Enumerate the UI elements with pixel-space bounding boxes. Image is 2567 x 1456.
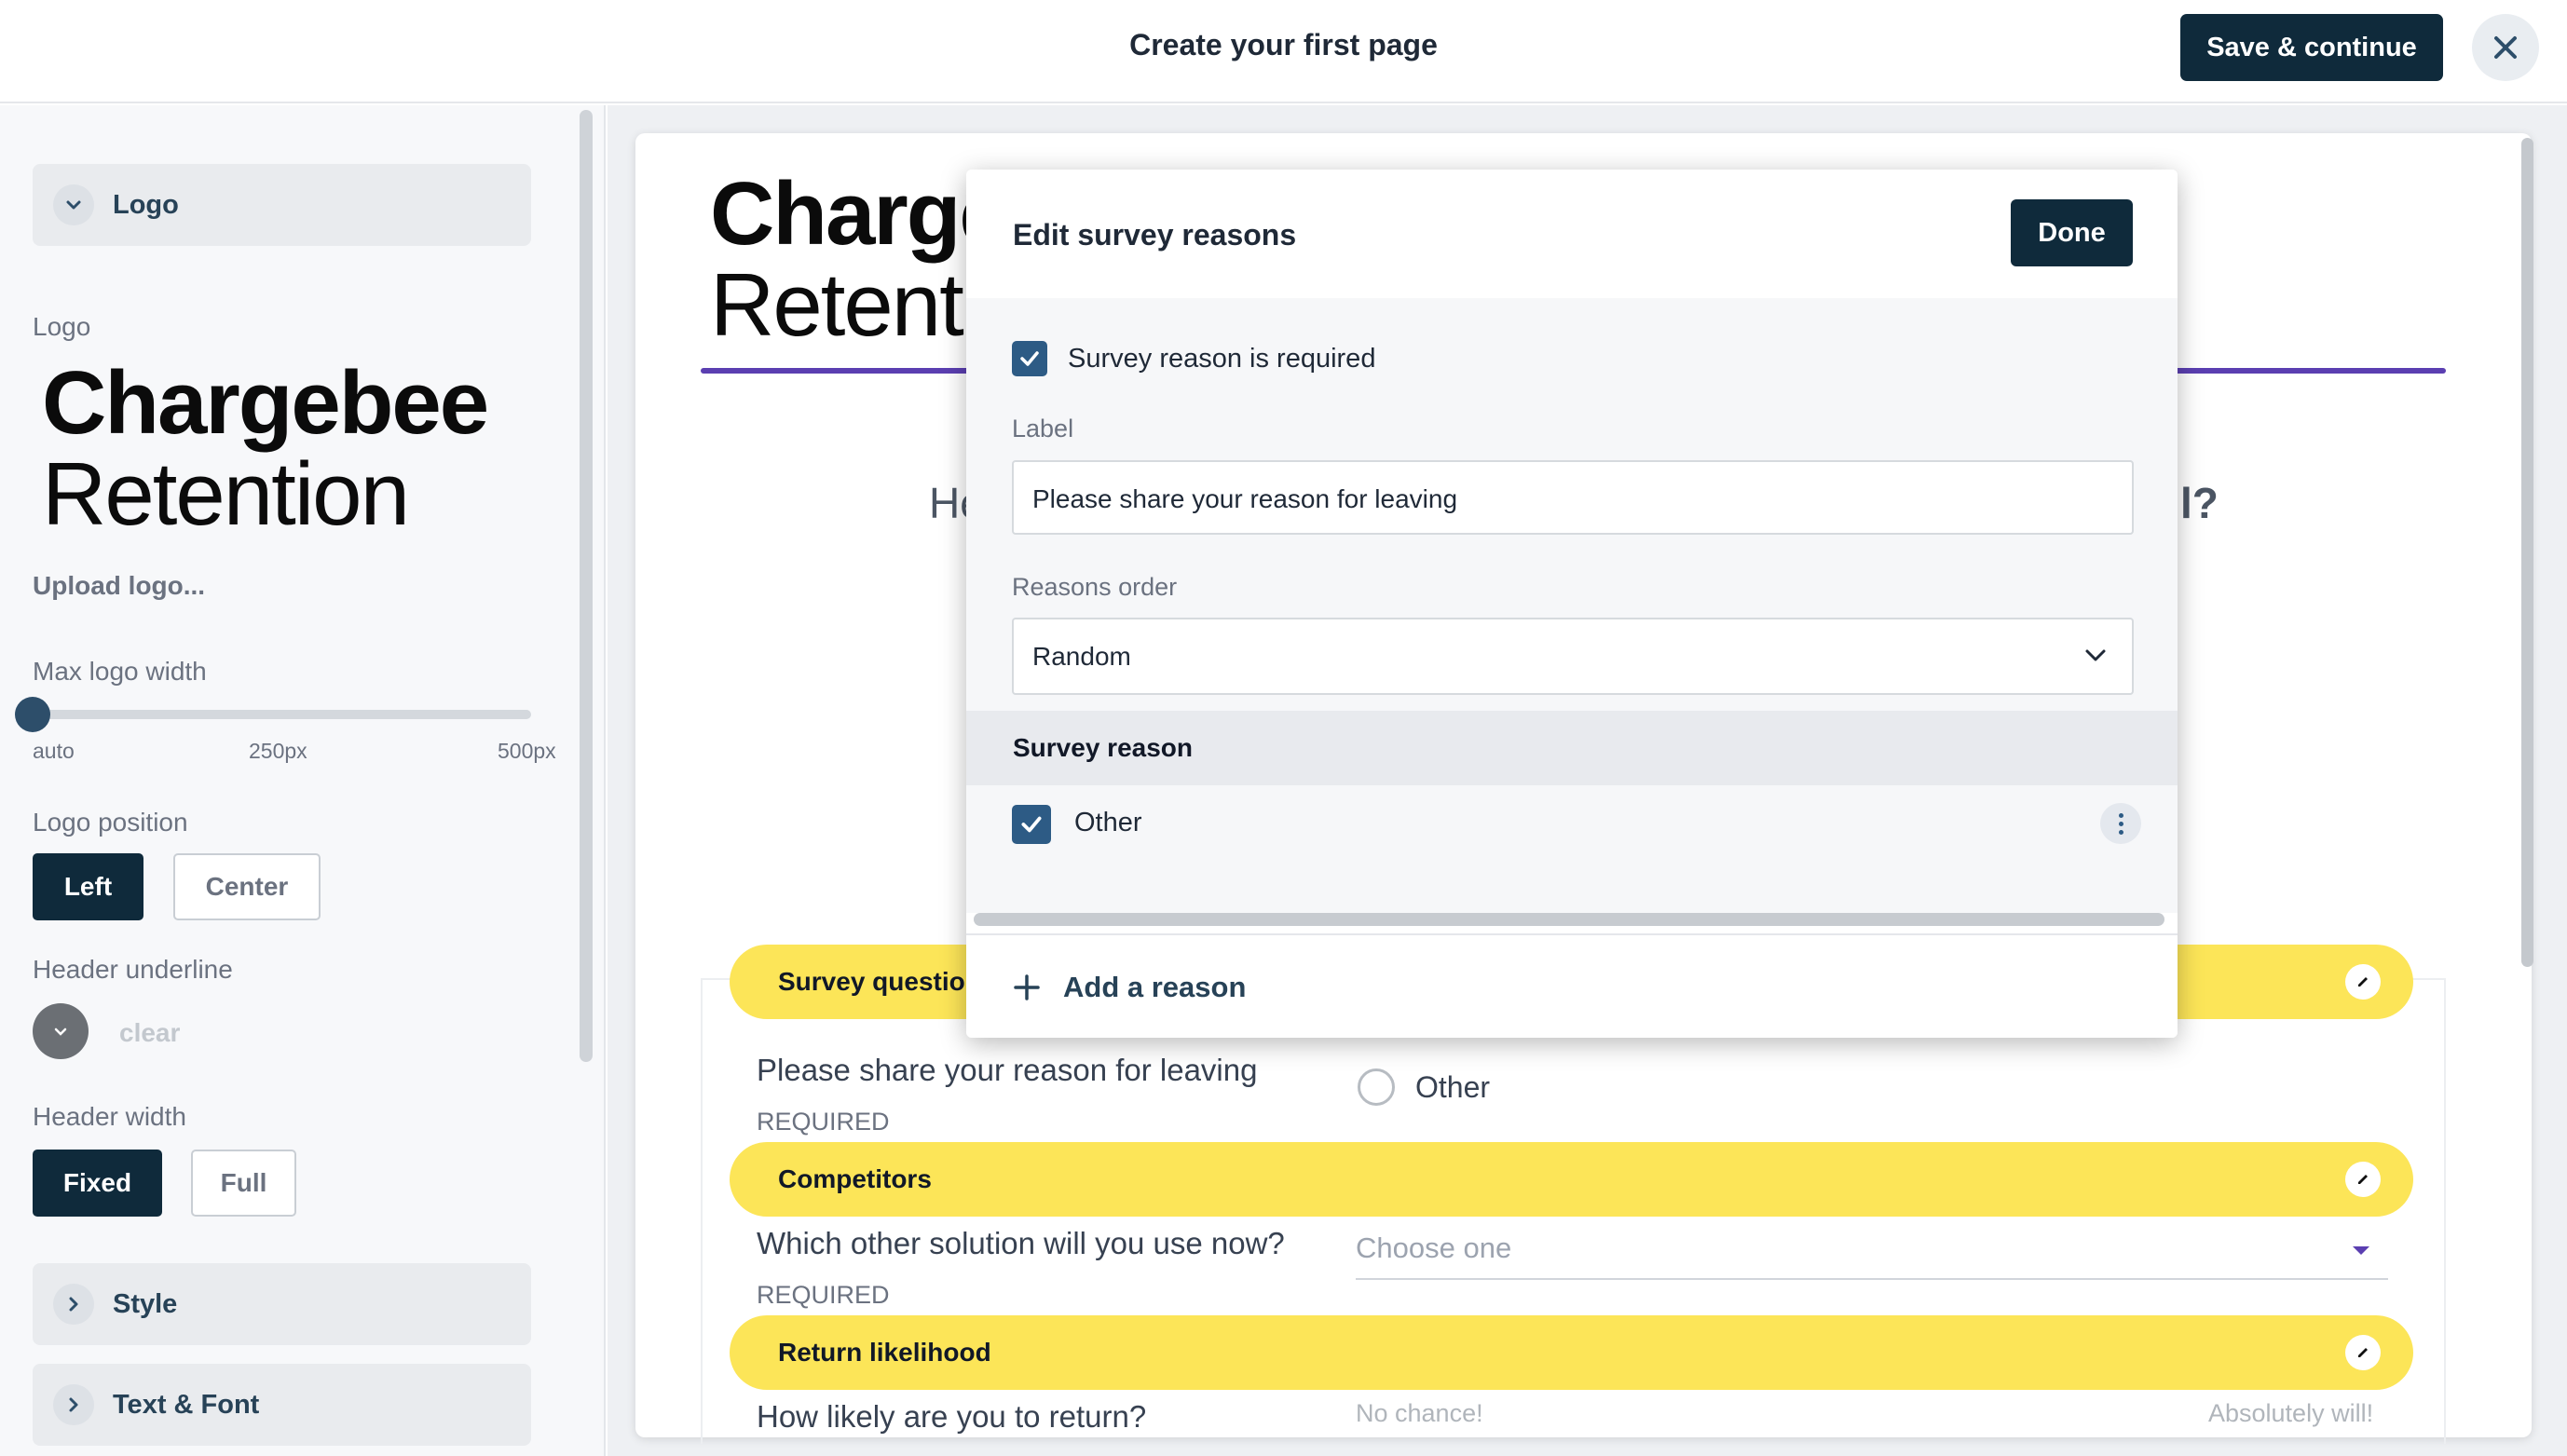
header-underline-label: Header underline	[33, 955, 233, 984]
modal-header: Edit survey reasons Done	[966, 170, 2178, 298]
section-title: Competitors	[778, 1164, 932, 1193]
reasons-order-value: Random	[1032, 642, 1131, 671]
modal-footer: Add a reason	[966, 933, 2178, 1038]
edit-pencil-icon[interactable]	[2345, 1335, 2381, 1370]
settings-sidebar	[0, 105, 606, 1456]
add-reason-button[interactable]: Add a reason	[1013, 971, 1246, 1004]
section-title: Survey questio	[778, 967, 965, 996]
required-checkbox[interactable]	[1012, 341, 1047, 376]
add-reason-label: Add a reason	[1063, 971, 1247, 1003]
scale-max-label: Absolutely will!	[2208, 1399, 2374, 1427]
competitors-section[interactable]: Competitors	[730, 1142, 2413, 1217]
survey-reason-header: Survey reason	[966, 711, 2178, 785]
logo-preview-line1: Chargebee	[42, 353, 489, 453]
chevron-right-icon	[53, 1284, 94, 1325]
radio-label: Other	[1415, 1070, 1491, 1104]
edit-pencil-icon[interactable]	[2345, 1162, 2381, 1197]
slider-tick-250: 250px	[249, 739, 307, 763]
caret-down-icon	[2353, 1246, 2369, 1255]
chevron-down-icon	[2085, 649, 2106, 661]
label-field-label: Label	[1012, 415, 1074, 442]
save-continue-button[interactable]: Save & continue	[2180, 14, 2443, 81]
preview-logo-line1: Charge	[710, 164, 1009, 264]
max-logo-width-slider[interactable]	[33, 710, 531, 719]
return-likelihood-section[interactable]: Return likelihood	[730, 1315, 2413, 1390]
reason-more-options-icon[interactable]	[2100, 803, 2141, 844]
style-section-label: Style	[113, 1288, 178, 1319]
style-section-toggle[interactable]: Style	[33, 1263, 531, 1345]
chevron-down-icon	[53, 184, 94, 225]
logo-section-label: Logo	[113, 189, 179, 220]
logo-position-left-button[interactable]: Left	[33, 853, 143, 920]
select-placeholder: Choose one	[1356, 1231, 1512, 1264]
header-width-fixed-button[interactable]: Fixed	[33, 1150, 162, 1217]
modal-title: Edit survey reasons	[1013, 218, 1297, 252]
survey-reason-header-label: Survey reason	[1013, 733, 1193, 762]
close-button[interactable]	[2472, 14, 2539, 81]
close-icon	[2494, 36, 2517, 59]
header-width-full-button[interactable]: Full	[191, 1150, 296, 1217]
question-text: Which other solution will you use now?	[757, 1226, 1285, 1260]
reasons-order-select[interactable]: Random	[1012, 618, 2134, 695]
chevron-right-icon	[53, 1384, 94, 1425]
logo-section-toggle[interactable]: Logo	[33, 164, 531, 246]
required-label: REQUIRED	[757, 1281, 890, 1309]
label-input-value: Please share your reason for leaving	[1032, 484, 1458, 513]
preview-logo-line2: Retenti	[710, 255, 982, 355]
top-bar: Create your first page Save & continue	[0, 0, 2567, 103]
horizontal-scrollbar[interactable]	[974, 913, 2164, 926]
modal-body	[966, 298, 2178, 913]
upload-logo-link[interactable]: Upload logo...	[33, 571, 205, 601]
required-checkbox-label: Survey reason is required	[1068, 344, 1376, 374]
question-text: How likely are you to return?	[757, 1399, 1147, 1434]
edit-survey-reasons-modal: Edit survey reasons Done Survey reason i…	[966, 170, 2178, 1038]
slider-tick-500: 500px	[498, 739, 556, 763]
sidebar-scrollbar[interactable]	[580, 110, 593, 1062]
logo-label: Logo	[33, 312, 91, 341]
required-label: REQUIRED	[757, 1108, 890, 1136]
clear-underline-link[interactable]: clear	[119, 1018, 180, 1048]
reason-label: Other	[1074, 808, 1142, 837]
slider-handle[interactable]	[15, 697, 50, 732]
label-input[interactable]: Please share your reason for leaving	[1012, 460, 2134, 535]
checkmark-icon	[1020, 351, 1039, 366]
logo-position-label: Logo position	[33, 808, 188, 837]
reasons-order-label: Reasons order	[1012, 573, 1178, 601]
underline-color-picker[interactable]	[33, 1003, 89, 1059]
done-button[interactable]: Done	[2011, 199, 2133, 266]
logo-position-center-button[interactable]: Center	[173, 853, 321, 920]
checkmark-icon	[1021, 816, 1042, 833]
reason-checkbox-other[interactable]	[1012, 805, 1051, 844]
logo-preview-line2: Retention	[42, 444, 410, 544]
section-title: Return likelihood	[778, 1338, 991, 1367]
text-font-section-label: Text & Font	[113, 1389, 260, 1420]
question-text: Please share your reason for leaving	[757, 1053, 1258, 1087]
chevron-down-icon	[54, 1027, 67, 1036]
max-logo-width-label: Max logo width	[33, 657, 207, 686]
header-width-label: Header width	[33, 1102, 186, 1131]
scale-min-label: No chance!	[1356, 1399, 1483, 1427]
preview-heading-right: l?	[2180, 479, 2219, 527]
competitor-select[interactable]: Choose one	[1356, 1231, 2388, 1280]
reason-radio-other[interactable]	[1358, 1068, 1395, 1106]
preview-scrollbar[interactable]	[2521, 138, 2533, 967]
slider-tick-auto: auto	[33, 739, 75, 763]
edit-pencil-icon[interactable]	[2345, 964, 2381, 1000]
plus-icon	[1014, 974, 1040, 1000]
text-font-section-toggle[interactable]: Text & Font	[33, 1364, 531, 1446]
